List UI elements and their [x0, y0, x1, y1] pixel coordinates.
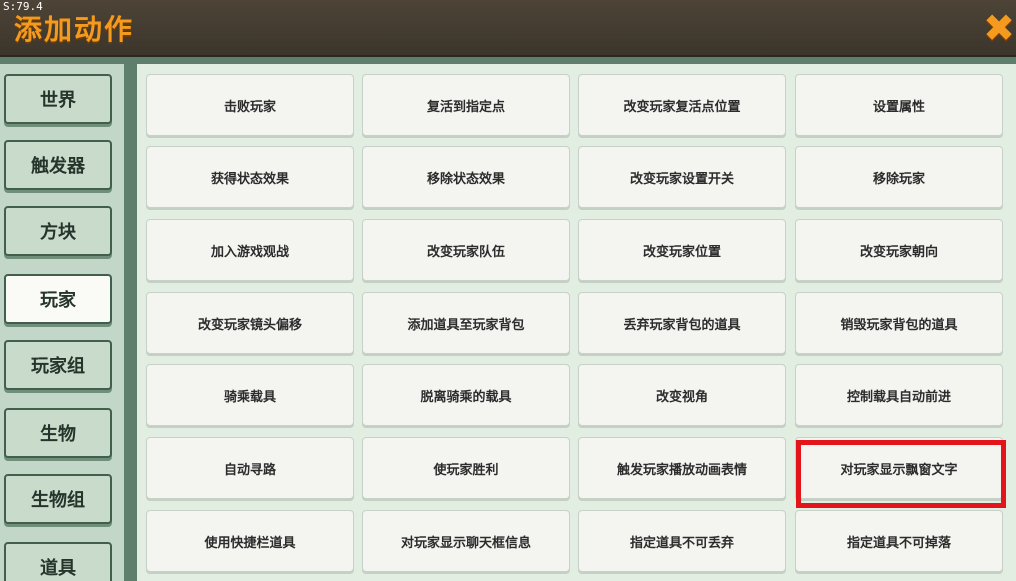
action-button[interactable]: 脱离骑乘的载具: [362, 364, 570, 426]
sidebar-item-creature-group[interactable]: 生物组: [4, 474, 112, 524]
action-button[interactable]: 击败玩家: [146, 74, 354, 136]
action-button[interactable]: 控制载具自动前进: [795, 364, 1003, 426]
sidebar-item-player[interactable]: 玩家: [4, 274, 112, 324]
action-button[interactable]: 改变视角: [578, 364, 786, 426]
action-button[interactable]: 改变玩家设置开关: [578, 146, 786, 208]
action-button[interactable]: 改变玩家镜头偏移: [146, 292, 354, 354]
action-button[interactable]: 改变玩家队伍: [362, 219, 570, 281]
action-button[interactable]: 使用快捷栏道具: [146, 510, 354, 572]
sidebar-item-item[interactable]: 道具: [4, 542, 112, 581]
action-button[interactable]: 加入游戏观战: [146, 219, 354, 281]
header-bar: S:79.4 添加动作 ✖: [0, 0, 1016, 57]
action-button[interactable]: 获得状态效果: [146, 146, 354, 208]
action-grid: 击败玩家 复活到指定点 改变玩家复活点位置 设置属性 获得状态效果 移除状态效果…: [137, 64, 1016, 581]
action-button[interactable]: 使玩家胜利: [362, 437, 570, 499]
sidebar-item-trigger[interactable]: 触发器: [4, 140, 112, 190]
sidebar-item-block[interactable]: 方块: [4, 206, 112, 256]
action-button[interactable]: 销毁玩家背包的道具: [795, 292, 1003, 354]
action-button[interactable]: 移除玩家: [795, 146, 1003, 208]
sidebar-item-creature[interactable]: 生物: [4, 408, 112, 458]
action-button[interactable]: 对玩家显示聊天框信息: [362, 510, 570, 572]
action-button[interactable]: 改变玩家朝向: [795, 219, 1003, 281]
action-button[interactable]: 指定道具不可掉落: [795, 510, 1003, 572]
action-button[interactable]: 改变玩家复活点位置: [578, 74, 786, 136]
action-button[interactable]: 自动寻路: [146, 437, 354, 499]
action-button[interactable]: 移除状态效果: [362, 146, 570, 208]
close-icon[interactable]: ✖: [982, 8, 1016, 48]
action-button[interactable]: 指定道具不可丢弃: [578, 510, 786, 572]
category-sidebar: 世界 触发器 方块 玩家 玩家组 生物 生物组 道具: [0, 64, 124, 581]
action-button[interactable]: 改变玩家位置: [578, 219, 786, 281]
sidebar-item-world[interactable]: 世界: [4, 74, 112, 124]
page-title: 添加动作: [14, 13, 135, 46]
action-button-show-floating-text[interactable]: 对玩家显示飘窗文字: [795, 437, 1003, 499]
action-button[interactable]: 复活到指定点: [362, 74, 570, 136]
sidebar-item-player-group[interactable]: 玩家组: [4, 340, 112, 390]
action-button[interactable]: 丢弃玩家背包的道具: [578, 292, 786, 354]
action-button[interactable]: 设置属性: [795, 74, 1003, 136]
action-button[interactable]: 骑乘载具: [146, 364, 354, 426]
action-button[interactable]: 触发玩家播放动画表情: [578, 437, 786, 499]
action-button[interactable]: 添加道具至玩家背包: [362, 292, 570, 354]
